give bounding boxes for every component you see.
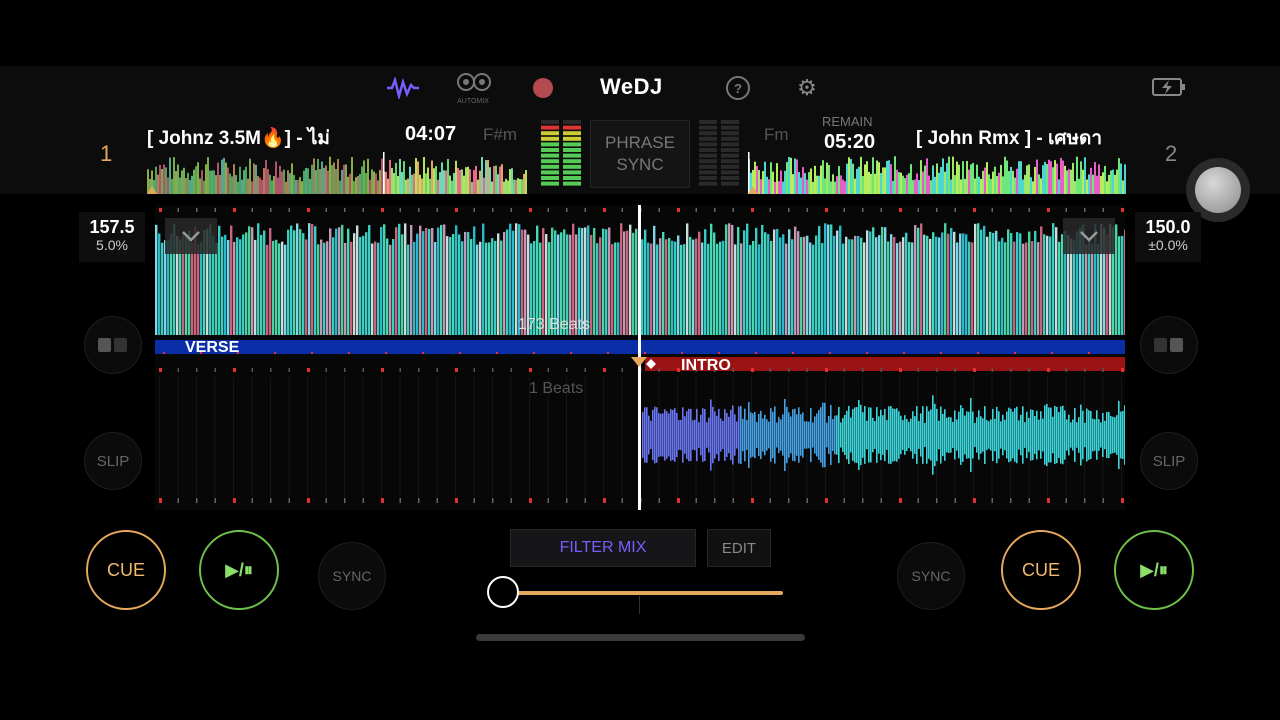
battery-charging-icon bbox=[1152, 78, 1186, 96]
crossfader-track bbox=[503, 591, 783, 595]
deck2-bpm: 150.0 bbox=[1145, 217, 1191, 237]
deck1-slip-button[interactable]: SLIP bbox=[84, 432, 142, 490]
deck1-number: 1 bbox=[100, 141, 113, 166]
waveform-icon[interactable] bbox=[384, 74, 422, 102]
crossfader[interactable] bbox=[487, 576, 787, 614]
deck2-phrase-label: INTRO bbox=[681, 357, 731, 374]
deck1-time: 04:07 bbox=[405, 123, 457, 145]
deck1-chevron-down-icon[interactable] bbox=[165, 218, 217, 254]
filter-mix-button[interactable]: FILTER MIX bbox=[510, 529, 696, 567]
help-icon[interactable]: ? bbox=[726, 76, 750, 100]
automix-label: AUTOMIX bbox=[457, 98, 489, 105]
deck1-layout-toggle[interactable] bbox=[84, 316, 142, 374]
automix-button[interactable]: AUTOMIX bbox=[452, 72, 494, 105]
deck1-pitch: 5.0% bbox=[96, 237, 128, 253]
deck1-overview-waveform[interactable] bbox=[147, 152, 527, 194]
app-title: WeDJ bbox=[600, 74, 663, 99]
record-icon[interactable] bbox=[533, 78, 553, 98]
deck2-pitch: ±0.0% bbox=[1148, 237, 1188, 253]
deck2-number: 2 bbox=[1165, 141, 1178, 166]
deck1-level-meter bbox=[539, 118, 583, 188]
edit-button[interactable]: EDIT bbox=[707, 529, 771, 567]
gear-icon[interactable]: ⚙ bbox=[794, 75, 820, 101]
deck1-beats-label: 173 Beats bbox=[518, 316, 591, 333]
deck1-bpm: 157.5 bbox=[89, 217, 135, 237]
deck2-level-meter bbox=[697, 118, 741, 188]
deck2-sync-button[interactable]: SYNC bbox=[897, 542, 965, 610]
deck2-bpm-display[interactable]: 150.0 ±0.0% bbox=[1135, 212, 1201, 262]
deck2-time: 05:20 bbox=[824, 131, 876, 153]
phrase-sync-button[interactable]: PHRASE SYNC bbox=[590, 120, 690, 188]
main-waveform-area[interactable] bbox=[155, 205, 1127, 510]
phrase-sync-line2: SYNC bbox=[616, 155, 664, 174]
crossfader-knob[interactable] bbox=[487, 576, 519, 608]
deck2-slip-button[interactable]: SLIP bbox=[1140, 432, 1198, 490]
deck1-play-pause-button[interactable]: ▶/⏸ bbox=[199, 530, 279, 610]
deck2-chevron-down-icon[interactable] bbox=[1063, 218, 1115, 254]
deck1-track-title: [ Johnz 3.5M🔥] - ไม่ bbox=[147, 128, 330, 149]
deck2-play-pause-button[interactable]: ▶/⏸ bbox=[1114, 530, 1194, 610]
layout-icon bbox=[98, 338, 127, 352]
deck1-key: F#m bbox=[483, 125, 517, 144]
deck2-remain-label: REMAIN bbox=[822, 114, 873, 129]
deck1-cue-button[interactable]: CUE bbox=[86, 530, 166, 610]
deck2-beats-label: 1 Beats bbox=[529, 380, 584, 397]
crossfader-center-mark bbox=[639, 596, 640, 614]
deck1-bpm-display[interactable]: 157.5 5.0% bbox=[79, 212, 145, 262]
layout-icon bbox=[1154, 338, 1183, 352]
deck2-track-title: [ John Rmx ] - เศษดา bbox=[916, 128, 1103, 149]
automix-icon bbox=[457, 73, 491, 91]
deck1-sync-button[interactable]: SYNC bbox=[318, 542, 386, 610]
deck1-phrase-label: VERSE bbox=[185, 339, 240, 356]
phrase-sync-line1: PHRASE bbox=[605, 133, 675, 152]
deck2-key: Fm bbox=[764, 125, 789, 144]
deck2-overview-waveform[interactable] bbox=[748, 152, 1126, 194]
deck2-cue-button[interactable]: CUE bbox=[1001, 530, 1081, 610]
deck2-layout-toggle[interactable] bbox=[1140, 316, 1198, 374]
home-indicator[interactable] bbox=[476, 634, 805, 641]
